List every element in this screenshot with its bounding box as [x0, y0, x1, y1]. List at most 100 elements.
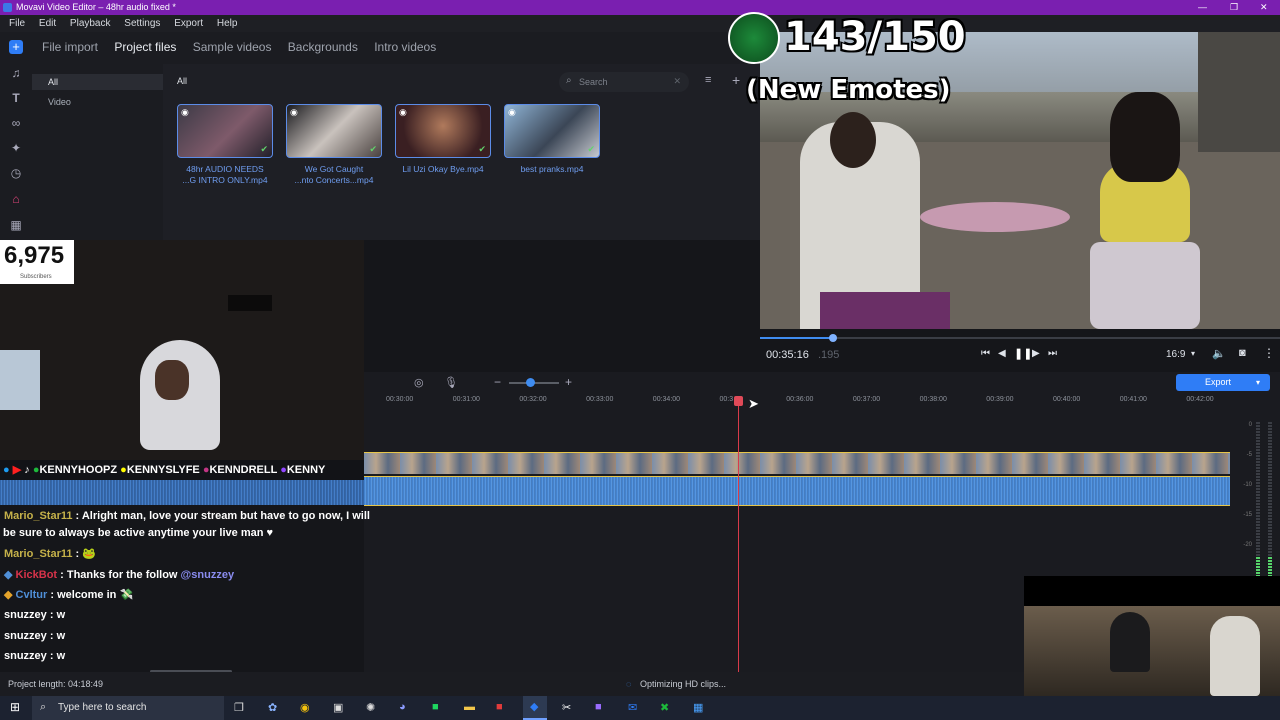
media-thumb-4[interactable]: ◉ ✔ [504, 104, 600, 158]
discord-icon[interactable]: ◕ [399, 701, 406, 713]
skip-end-icon[interactable]: ⏭ [1048, 348, 1057, 359]
filter-item-all[interactable]: All [32, 74, 163, 90]
timeline-ruler[interactable]: 00:30:00 00:31:00 00:32:00 00:33:00 00:34:00… [364, 394, 1230, 408]
chat-text: : Alright man, love your stream but have… [72, 510, 370, 522]
app-purple-icon[interactable]: ■ [595, 701, 602, 713]
add-files-icon[interactable]: + [9, 40, 23, 54]
playhead-line[interactable] [738, 402, 739, 672]
microphone-icon[interactable]: 🎙 [444, 376, 458, 389]
spinner-icon: ◌ [626, 679, 632, 689]
chrome-icon[interactable]: ◉ [300, 701, 310, 714]
tab-backgrounds[interactable]: Backgrounds [288, 40, 358, 54]
seek-handle[interactable] [828, 334, 837, 342]
task-view-icon[interactable]: ❐ [234, 701, 244, 714]
close-button[interactable]: ✕ [1260, 0, 1268, 15]
chatgpt-icon[interactable]: ✺ [366, 701, 375, 714]
media-caption-2: We Got Caught ...nto Concerts...mp4 [294, 164, 374, 185]
menu-file[interactable]: File [9, 18, 25, 29]
frame-back-icon[interactable]: ◀ [998, 348, 1006, 359]
windows-start-icon[interactable]: ⊞ [10, 700, 20, 714]
zoom-out-icon[interactable]: − [494, 375, 501, 389]
ruler-tick-label: 00:34:00 [652, 396, 681, 403]
restore-button[interactable]: ❐ [1230, 0, 1238, 15]
export-button[interactable]: Export ▾ [1176, 374, 1270, 391]
media-bin-header: All [177, 76, 188, 86]
app-blue-icon[interactable]: ▦ [693, 701, 703, 714]
windows-taskbar: ⊞ ⌕ Type here to search ❐ ✿ ◉ ▣ ✺ ◕ ■ ▬ … [0, 696, 1280, 720]
effects-icon[interactable]: ✦ [9, 141, 23, 155]
skip-start-icon[interactable]: ⏮ [981, 348, 990, 359]
media-thumb-3[interactable]: ◉ ✔ [395, 104, 491, 158]
tab-project-files[interactable]: Project files [114, 40, 176, 54]
ruler-tick-label: 00:32:00 [519, 396, 547, 403]
file-explorer-icon[interactable]: ▬ [464, 701, 475, 713]
chat-text: : w [46, 630, 66, 642]
search-box[interactable]: ⌕ Search ✕ [559, 72, 689, 92]
minimize-button[interactable]: — [1198, 0, 1207, 15]
pause-icon[interactable]: ❚❚ [1014, 347, 1032, 360]
capcut-icon[interactable]: ✂ [562, 701, 571, 714]
tab-sample-videos[interactable]: Sample videos [193, 40, 272, 54]
tab-file-import[interactable]: File import [42, 40, 98, 54]
menu-settings[interactable]: Settings [124, 18, 160, 29]
app-icon [3, 3, 12, 12]
more-tools-icon[interactable]: ▦ [9, 218, 23, 232]
video-track[interactable] [364, 452, 1230, 474]
inset-video [1024, 576, 1280, 696]
copilot-icon[interactable]: ✿ [268, 701, 277, 714]
zoom-in-icon[interactable]: + [565, 375, 572, 389]
meter-label: -5 [1246, 452, 1252, 458]
menu-export[interactable]: Export [174, 18, 203, 29]
add-folder-icon[interactable]: + [732, 72, 740, 88]
chevron-down-icon: ▾ [1191, 349, 1196, 358]
tab-intro-videos[interactable]: Intro videos [374, 40, 436, 54]
ruler-tick-label: 00:41:00 [1119, 396, 1147, 403]
sort-icon[interactable]: ≡ [705, 74, 711, 86]
store-icon[interactable]: ⌂ [9, 192, 23, 206]
inset-person-left [1110, 612, 1150, 672]
search-input[interactable]: Search [579, 77, 608, 87]
movavi-taskbar-icon[interactable]: ◆ [523, 696, 547, 720]
ruler-tick-label: 00:38:00 [919, 396, 947, 403]
transitions-icon[interactable]: ∞ [9, 116, 23, 130]
zoom-fit-icon[interactable]: ◎ [414, 376, 424, 389]
zoom-slider-handle[interactable] [526, 378, 535, 387]
chat-message-cont: be sure to always be active anytime your… [3, 527, 273, 539]
menu-playback[interactable]: Playback [70, 18, 111, 29]
chevron-down-icon[interactable]: ▾ [1256, 374, 1260, 391]
app-green-icon[interactable]: ■ [432, 701, 439, 713]
snapshot-icon[interactable]: ◙ [1239, 347, 1246, 359]
audio-track[interactable] [364, 476, 1230, 506]
timer-icon[interactable]: ◷ [9, 166, 23, 180]
chat-message: snuzzey : w [4, 630, 65, 642]
music-icon[interactable]: ♫ [9, 66, 23, 80]
filter-item-video[interactable]: Video [48, 97, 71, 107]
app-red-icon[interactable]: ■ [496, 701, 503, 713]
titles-icon[interactable]: T [9, 91, 23, 105]
meter-label: -15 [1243, 512, 1252, 518]
media-thumb-2[interactable]: ◉ ✔ [286, 104, 382, 158]
tiktok-icon: ♪ [24, 464, 30, 476]
ruler-tick-label: 00:42:00 [1186, 396, 1214, 403]
frame-forward-icon[interactable]: ▶ [1032, 348, 1040, 359]
menu-edit[interactable]: Edit [39, 18, 56, 29]
media-filter-list: All Video [32, 64, 163, 240]
taskbar-search-input[interactable]: Type here to search [58, 702, 146, 713]
media-caption-3: Lil Uzi Okay Bye.mp4 [402, 164, 484, 174]
taskbar-search[interactable]: ⌕ Type here to search [32, 696, 224, 720]
media-thumb-1[interactable]: ◉ ✔ [177, 104, 273, 158]
chat-message: ◆ KickBot : Thanks for the follow @snuzz… [4, 568, 234, 581]
movavi-icon: ◆ [530, 701, 539, 713]
playhead-marker[interactable] [734, 396, 743, 406]
store-icon[interactable]: ▣ [333, 701, 343, 714]
meter-label: -10 [1243, 482, 1252, 488]
outlook-icon[interactable]: ✉ [628, 701, 637, 714]
aspect-ratio-select[interactable]: 16:9 [1166, 349, 1185, 360]
clear-search-icon[interactable]: ✕ [673, 76, 681, 87]
xbox-icon[interactable]: ✖ [660, 701, 669, 714]
timecode: 00:35:16 [766, 349, 809, 361]
volume-icon[interactable]: 🔈 [1212, 347, 1226, 360]
seek-track[interactable] [760, 337, 1280, 339]
more-options-icon[interactable]: ⋮ [1263, 346, 1275, 360]
menu-help[interactable]: Help [217, 18, 238, 29]
